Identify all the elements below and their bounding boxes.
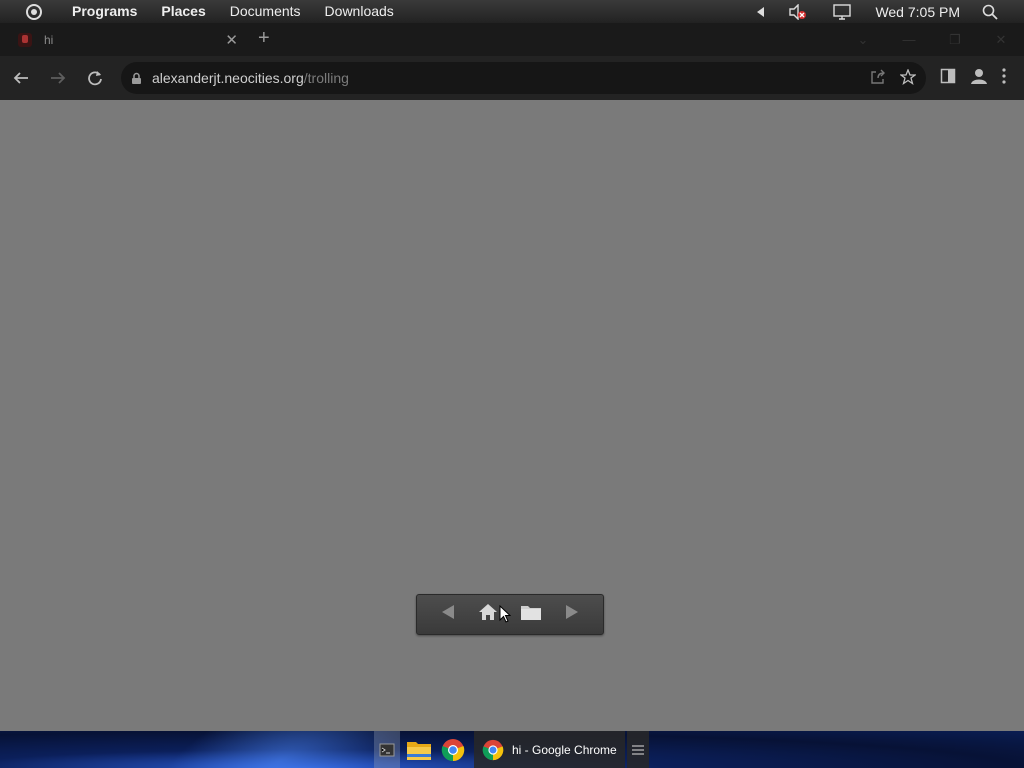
favicon-icon bbox=[18, 32, 32, 47]
back-arrow-icon[interactable] bbox=[5, 62, 37, 94]
kebab-menu-icon[interactable] bbox=[1002, 67, 1006, 89]
menu-downloads[interactable]: Downloads bbox=[313, 0, 406, 23]
url-path: /trolling bbox=[303, 70, 349, 86]
close-window-icon[interactable]: ✕ bbox=[978, 32, 1024, 48]
profile-avatar-icon[interactable] bbox=[970, 67, 988, 90]
file-manager-icon[interactable] bbox=[402, 731, 436, 768]
menu-documents[interactable]: Documents bbox=[218, 0, 313, 23]
tab-title: hi bbox=[44, 32, 54, 47]
search-icon[interactable] bbox=[982, 0, 998, 23]
chevron-down-icon[interactable]: ⌄ bbox=[840, 32, 886, 48]
system-menu-icon[interactable] bbox=[26, 3, 42, 20]
display-icon[interactable] bbox=[833, 0, 852, 23]
browser-tab[interactable]: hi ✕ bbox=[8, 23, 248, 56]
mouse-cursor-icon bbox=[499, 605, 511, 623]
bookmark-star-icon[interactable] bbox=[899, 67, 917, 88]
reload-icon[interactable] bbox=[79, 62, 111, 94]
system-tray: Wed 7:05 PM bbox=[757, 0, 1024, 23]
home-icon[interactable] bbox=[478, 602, 498, 627]
terminal-icon[interactable] bbox=[374, 731, 400, 768]
page-content bbox=[0, 100, 1024, 731]
maximize-icon[interactable]: ❐ bbox=[932, 32, 978, 48]
new-tab-icon[interactable]: + bbox=[258, 27, 270, 50]
minimize-icon[interactable]: — bbox=[886, 32, 932, 47]
url-host: alexanderjt.neocities.org bbox=[152, 70, 304, 86]
taskbar-chrome-window[interactable]: hi - Google Chrome bbox=[474, 731, 625, 768]
folder-icon[interactable] bbox=[520, 603, 542, 626]
next-arrow-icon[interactable] bbox=[564, 604, 580, 625]
chrome-icon bbox=[482, 739, 504, 760]
menu-programs[interactable]: Programs bbox=[60, 0, 149, 23]
browser-toolbar: alexanderjt.neocities.org/trolling bbox=[0, 56, 1024, 100]
window-controls: ⌄ — ❐ ✕ bbox=[840, 23, 1024, 56]
address-bar[interactable]: alexanderjt.neocities.org/trolling bbox=[121, 62, 926, 94]
volume-muted-icon[interactable] bbox=[789, 0, 807, 23]
taskbar: hi - Google Chrome bbox=[0, 731, 1024, 768]
tray-arrow-icon[interactable] bbox=[757, 0, 765, 23]
lock-icon[interactable] bbox=[131, 72, 142, 85]
browser-window: hi ✕ + ⌄ — ❐ ✕ alexanderjt.neocities.org… bbox=[0, 23, 1024, 100]
chrome-launcher-icon[interactable] bbox=[436, 731, 470, 768]
taskbar-menu-icon[interactable] bbox=[626, 731, 649, 768]
clock[interactable]: Wed 7:05 PM bbox=[875, 4, 960, 20]
top-panel: Programs Places Documents Downloads Wed … bbox=[0, 0, 1024, 23]
menu-places[interactable]: Places bbox=[149, 0, 217, 23]
share-icon[interactable] bbox=[870, 69, 886, 88]
previous-arrow-icon[interactable] bbox=[440, 604, 456, 625]
forward-arrow-icon[interactable] bbox=[42, 62, 74, 94]
tab-close-icon[interactable]: ✕ bbox=[225, 31, 238, 49]
side-panel-icon[interactable] bbox=[940, 68, 956, 89]
tab-strip: hi ✕ + ⌄ — ❐ ✕ bbox=[0, 23, 1024, 56]
taskbar-window-label: hi - Google Chrome bbox=[512, 742, 617, 757]
